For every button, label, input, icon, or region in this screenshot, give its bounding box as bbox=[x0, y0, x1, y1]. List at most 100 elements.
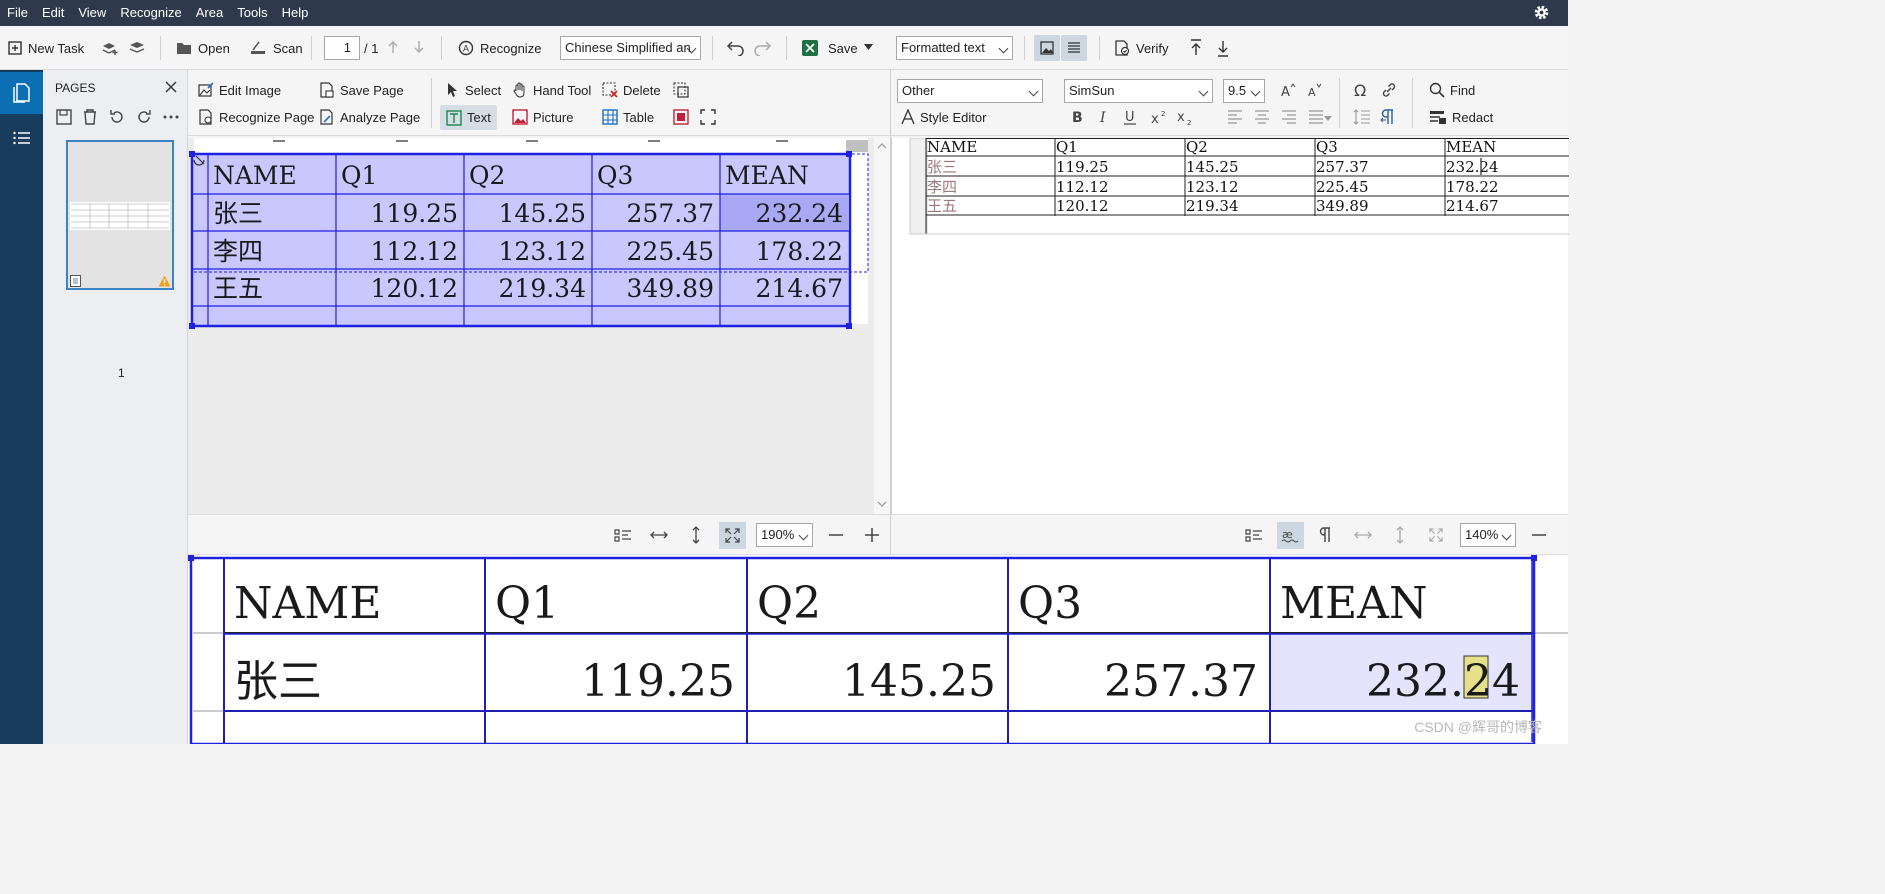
separator bbox=[1099, 36, 1100, 60]
align-left-icon[interactable] bbox=[1227, 110, 1243, 124]
zoom-in-icon[interactable] bbox=[865, 528, 879, 542]
paragraph-settings-icon[interactable] bbox=[1380, 108, 1398, 126]
picture-area-button[interactable]: Picture bbox=[512, 106, 573, 128]
new-task-icon bbox=[8, 41, 22, 55]
rotate-right-icon[interactable] bbox=[135, 108, 153, 126]
omega-icon[interactable]: Ω bbox=[1353, 81, 1371, 99]
background-picture-icon[interactable] bbox=[673, 109, 689, 125]
save-label: Save bbox=[828, 40, 858, 56]
save-icon[interactable] bbox=[55, 108, 73, 126]
redo-icon[interactable] bbox=[753, 40, 773, 56]
menu-tools[interactable]: Tools bbox=[230, 0, 274, 26]
align-center-icon[interactable] bbox=[1254, 110, 1270, 124]
paragraph-style-select[interactable]: Other bbox=[897, 79, 1043, 103]
zoom-out-icon[interactable] bbox=[829, 534, 843, 536]
align-right-icon[interactable] bbox=[1281, 110, 1297, 124]
page-number-input[interactable]: 1 bbox=[324, 36, 360, 60]
arrow-down-icon[interactable] bbox=[413, 40, 425, 54]
line-spacing-icon[interactable] bbox=[1353, 109, 1371, 125]
text-area-button[interactable]: Text bbox=[440, 105, 497, 130]
table-cell: 119.25 bbox=[581, 656, 735, 707]
style-editor-button[interactable]: Style Editor bbox=[901, 106, 986, 128]
recognize-page-button[interactable]: Recognize Page bbox=[198, 106, 314, 128]
link-icon[interactable] bbox=[1380, 81, 1398, 99]
page-thumbnail[interactable]: 1 bbox=[66, 140, 174, 380]
caret-down-icon[interactable] bbox=[864, 44, 873, 50]
align-justify-icon[interactable] bbox=[1308, 110, 1324, 124]
show-errors-toggle[interactable]: æ bbox=[1277, 522, 1304, 549]
arrow-up-icon[interactable] bbox=[387, 40, 399, 54]
export-up-icon[interactable] bbox=[1188, 39, 1204, 57]
area-order-icon[interactable] bbox=[673, 82, 689, 98]
hand-tool-button[interactable]: Hand Tool bbox=[512, 79, 591, 101]
save-page-button[interactable]: Save Page bbox=[319, 79, 404, 101]
thumbnail-paper bbox=[70, 202, 170, 230]
more-icon[interactable] bbox=[162, 108, 180, 126]
image-scrollbar[interactable] bbox=[874, 138, 890, 514]
font-size-select[interactable]: 9.5 bbox=[1223, 79, 1265, 103]
analyze-page-button[interactable]: Analyze Page bbox=[319, 106, 420, 128]
fit-height-icon[interactable] bbox=[1392, 526, 1408, 544]
table-area-button[interactable]: Table bbox=[602, 106, 654, 128]
menu-edit[interactable]: Edit bbox=[35, 0, 71, 26]
expand-icon[interactable] bbox=[1428, 527, 1444, 543]
zoom-pane[interactable]: NAME Q1 Q2 Q3 MEAN 张三 119.25 145.25 257.37 232.24 bbox=[188, 555, 1568, 744]
fit-width-icon[interactable] bbox=[1354, 527, 1372, 543]
font-select[interactable]: SimSun bbox=[1064, 79, 1213, 103]
text-zoom-select[interactable]: 140% bbox=[1460, 523, 1516, 547]
fit-list-icon[interactable] bbox=[1245, 527, 1263, 543]
decrease-font-icon[interactable]: A bbox=[1307, 82, 1323, 98]
menu-view[interactable]: View bbox=[71, 0, 113, 26]
rotate-left-icon[interactable] bbox=[108, 108, 126, 126]
gear-icon[interactable] bbox=[1533, 4, 1550, 21]
separator bbox=[441, 36, 442, 60]
redact-button[interactable]: Redact bbox=[1429, 106, 1493, 128]
new-task-label: New Task bbox=[28, 40, 85, 56]
save-button[interactable]: Save bbox=[802, 26, 858, 70]
corners-icon[interactable] bbox=[700, 109, 716, 125]
edit-image-button[interactable]: Edit Image bbox=[198, 79, 281, 101]
pages-panel-toggle[interactable] bbox=[0, 72, 43, 114]
image-zoom-select[interactable]: 190% bbox=[756, 523, 813, 547]
delete-area-button[interactable]: Delete bbox=[602, 79, 661, 101]
list-panel-toggle[interactable] bbox=[0, 117, 43, 159]
language-select[interactable]: Chinese Simplified an bbox=[560, 36, 701, 60]
open-button[interactable]: Open bbox=[176, 26, 230, 70]
increase-font-icon[interactable]: A bbox=[1280, 82, 1296, 98]
menu-help[interactable]: Help bbox=[275, 0, 316, 26]
verify-button[interactable]: Verify bbox=[1114, 26, 1169, 70]
bold-icon[interactable]: B bbox=[1069, 108, 1085, 126]
underline-icon[interactable]: U bbox=[1122, 108, 1138, 126]
menu-area[interactable]: Area bbox=[189, 0, 230, 26]
trash-icon[interactable] bbox=[81, 108, 99, 126]
find-button[interactable]: Find bbox=[1429, 79, 1475, 101]
add-pages-icon[interactable] bbox=[101, 39, 119, 57]
caret-down-icon[interactable] bbox=[1324, 116, 1332, 121]
svg-text:A: A bbox=[463, 45, 470, 55]
fit-list-icon[interactable] bbox=[614, 527, 632, 543]
scan-button[interactable]: Scan bbox=[249, 26, 303, 70]
layers-icon[interactable] bbox=[128, 39, 146, 57]
export-down-icon[interactable] bbox=[1215, 39, 1231, 57]
text-view-toggle[interactable] bbox=[1061, 35, 1087, 61]
undo-icon[interactable] bbox=[725, 40, 745, 56]
pilcrow-icon[interactable] bbox=[1319, 526, 1333, 544]
image-view-toggle[interactable] bbox=[1034, 35, 1060, 61]
menu-file[interactable]: File bbox=[0, 0, 35, 26]
format-select[interactable]: Formatted text bbox=[896, 36, 1013, 60]
fit-height-icon[interactable] bbox=[688, 526, 704, 544]
menu-recognize[interactable]: Recognize bbox=[113, 0, 188, 26]
superscript-icon[interactable]: x2 bbox=[1150, 108, 1168, 126]
fit-page-toggle[interactable] bbox=[719, 522, 746, 549]
text-editor-pane[interactable]: NAME Q1 Q2 Q3 MEAN 张三 119.25 145.25 257.37 232.24… bbox=[891, 138, 1569, 514]
fit-width-icon[interactable] bbox=[650, 527, 668, 543]
subscript-icon[interactable]: x2 bbox=[1176, 108, 1194, 126]
new-task-button[interactable]: New Task bbox=[8, 26, 84, 70]
scan-label: Scan bbox=[273, 40, 303, 56]
select-tool-button[interactable]: Select bbox=[446, 79, 501, 101]
italic-icon[interactable]: I bbox=[1096, 108, 1112, 126]
zoom-out-icon[interactable] bbox=[1532, 534, 1546, 536]
image-pane[interactable]: NAME Q1 Q2 Q3 MEAN 张三 119.25 145.25 257.37 232.24… bbox=[188, 138, 890, 514]
close-icon[interactable] bbox=[164, 80, 178, 94]
recognize-button[interactable]: A Recognize bbox=[458, 26, 541, 70]
